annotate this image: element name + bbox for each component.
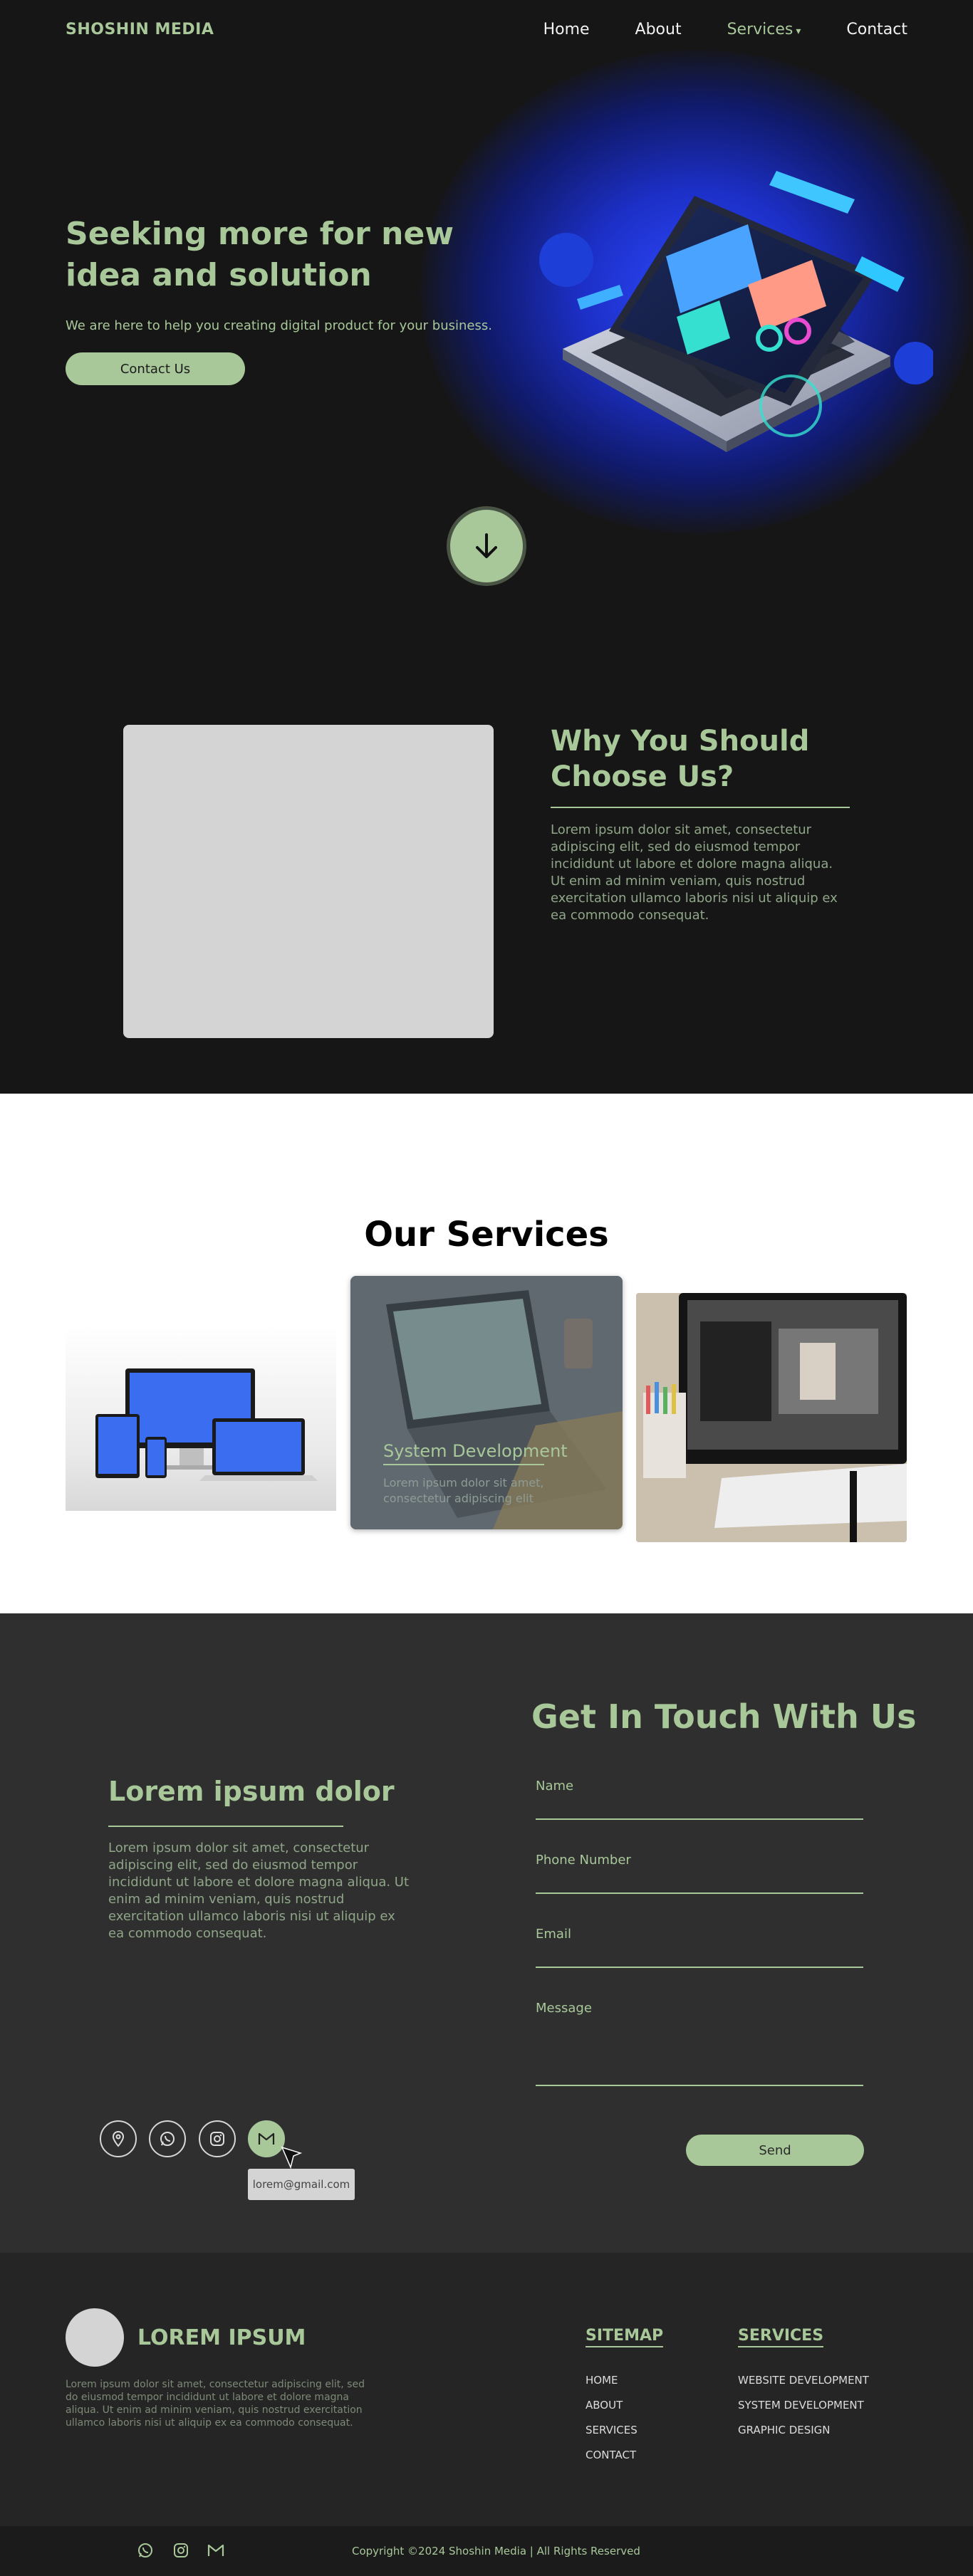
gmail-icon[interactable] <box>207 2542 225 2559</box>
why-divider <box>551 807 850 808</box>
services-title: Our Services <box>364 1215 609 1255</box>
footer-description: Lorem ipsum dolor sit amet, consectetur … <box>66 2379 365 2429</box>
nav-contact[interactable]: Contact <box>846 21 907 38</box>
message-label: Message <box>536 2001 592 2016</box>
footer-service-system[interactable]: SYSTEM DEVELOPMENT <box>738 2399 864 2412</box>
whatsapp-icon[interactable] <box>137 2542 154 2559</box>
nav-services-label: Services <box>727 20 794 38</box>
sitemap-contact[interactable]: CONTACT <box>586 2449 636 2461</box>
contact-left-divider <box>108 1826 343 1827</box>
top-nav: SHOSHIN MEDIA Home About Services ▾ Conta… <box>0 0 973 58</box>
footer-logo <box>66 2308 124 2367</box>
arrow-down-icon <box>476 533 497 558</box>
design-desk-image <box>636 1293 907 1542</box>
phone-underline <box>536 1892 863 1894</box>
phone-label: Phone Number <box>536 1853 631 1868</box>
sitemap-title: SITEMAP <box>586 2327 664 2347</box>
email-tooltip: lorem@gmail.com <box>248 2169 355 2200</box>
nav-about[interactable]: About <box>635 21 682 38</box>
contact-left-text: Lorem ipsum dolor sit amet, consectetur … <box>108 1841 410 1941</box>
instagram-icon[interactable] <box>172 2542 189 2559</box>
contact-us-button[interactable]: Contact Us <box>66 352 245 385</box>
hero-subtitle: We are here to help you creating digital… <box>66 318 492 333</box>
footer-section: LOREM IPSUM Lorem ipsum dolor sit amet, … <box>0 2253 973 2576</box>
service-text: Lorem ipsum dolor sit amet, consectetur … <box>383 1476 544 1505</box>
service-label: System Development <box>383 1441 568 1461</box>
gmail-icon[interactable] <box>248 2120 285 2157</box>
hero-section: SHOSHIN MEDIA Home About Services ▾ Conta… <box>0 0 973 1094</box>
name-label: Name <box>536 1779 574 1794</box>
nav-services[interactable]: Services ▾ <box>727 21 801 38</box>
brand-logo[interactable]: SHOSHIN MEDIA <box>66 21 214 38</box>
mouse-pointer-icon <box>281 2146 302 2169</box>
whatsapp-glyph-icon <box>160 2132 175 2146</box>
location-icon[interactable] <box>100 2120 137 2157</box>
send-button[interactable]: Send <box>686 2135 864 2166</box>
sitemap-about[interactable]: ABOUT <box>586 2399 623 2412</box>
caret-down-icon: ▾ <box>796 25 801 37</box>
why-image-placeholder <box>123 725 494 1038</box>
email-label: Email <box>536 1927 571 1942</box>
sitemap-services[interactable]: SERVICES <box>586 2424 638 2436</box>
copyright-text: Copyright ©2024 Shoshin Media | All Righ… <box>352 2545 640 2557</box>
why-text: Lorem ipsum dolor sit amet, consectetur … <box>551 822 838 923</box>
name-underline <box>536 1818 863 1820</box>
sitemap-home[interactable]: HOME <box>586 2374 618 2387</box>
footer-brand: LOREM IPSUM <box>137 2325 306 2350</box>
service-divider <box>383 1464 544 1465</box>
nav-links: Home About Services ▾ Contact <box>543 21 907 38</box>
instagram-glyph-icon <box>210 2132 224 2146</box>
service-card-system[interactable]: System Development Lorem ipsum dolor sit… <box>350 1276 623 1529</box>
contact-section: Lorem ipsum dolor Lorem ipsum dolor sit … <box>0 1613 973 2253</box>
nav-home[interactable]: Home <box>543 21 590 38</box>
hero-title: Seeking more for new idea and solution <box>66 216 454 293</box>
message-field[interactable] <box>536 2019 863 2079</box>
bottom-bar: Copyright ©2024 Shoshin Media | All Righ… <box>0 2526 973 2576</box>
whatsapp-icon[interactable] <box>149 2120 186 2157</box>
message-underline <box>536 2085 863 2086</box>
service-card-web[interactable] <box>66 1327 336 1511</box>
why-title: Why You Should Choose Us? <box>551 725 810 793</box>
footer-service-web[interactable]: WEBSITE DEVELOPMENT <box>738 2374 869 2387</box>
name-field[interactable] <box>536 1794 863 1818</box>
footer-service-graphic[interactable]: GRAPHIC DESIGN <box>738 2424 831 2436</box>
contact-form-title: Get In Touch With Us <box>531 1697 917 1736</box>
contact-left-title: Lorem ipsum dolor <box>108 1776 395 1807</box>
services-col-title: SERVICES <box>738 2327 824 2347</box>
phone-field[interactable] <box>536 1868 863 1892</box>
laptop-illustration <box>539 171 933 452</box>
scroll-down-button[interactable] <box>450 510 523 582</box>
instagram-icon[interactable] <box>199 2120 236 2157</box>
email-field[interactable] <box>536 1942 863 1967</box>
service-card-design[interactable] <box>636 1293 907 1542</box>
email-underline <box>536 1967 863 1968</box>
devices-mockup-image <box>95 1368 318 1481</box>
map-pin-icon <box>112 2130 125 2147</box>
mail-glyph-icon <box>258 2132 275 2145</box>
services-section: Our Services System Development Lorem ip… <box>0 1094 973 1613</box>
